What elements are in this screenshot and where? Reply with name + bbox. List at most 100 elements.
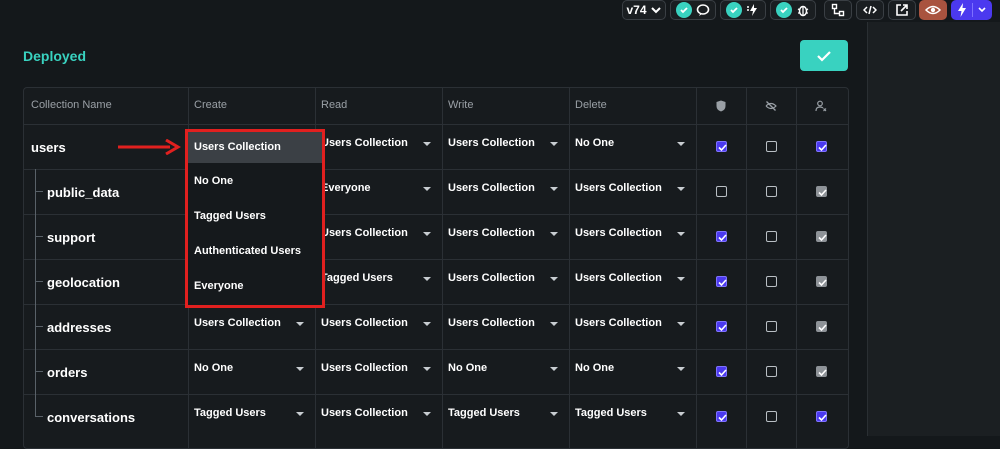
auth-required-checkbox[interactable] (716, 186, 727, 197)
code-button[interactable] (856, 0, 884, 20)
caret-down-icon[interactable] (550, 367, 558, 371)
caret-down-icon[interactable] (677, 232, 685, 236)
dropdown-option-everyone[interactable]: Everyone (188, 271, 322, 302)
caret-down-icon[interactable] (423, 277, 431, 281)
write-rule-select[interactable]: No One (448, 362, 487, 374)
branch-button[interactable] (824, 0, 852, 20)
read-rule-select[interactable]: Users Collection (321, 407, 408, 419)
delete-rule-select[interactable]: Users Collection (575, 182, 662, 194)
read-rule-select[interactable]: Users Collection (321, 227, 408, 239)
code-icon (863, 5, 877, 15)
hidden-checkbox[interactable] (766, 321, 777, 332)
delete-rule-select[interactable]: Users Collection (575, 317, 662, 329)
create-rule-select[interactable]: No One (194, 362, 233, 374)
tree-line (35, 191, 43, 192)
dropdown-option-no-one[interactable]: No One (188, 166, 322, 197)
write-rule-select[interactable]: Users Collection (448, 227, 535, 239)
caret-down-icon[interactable] (423, 322, 431, 326)
auth-required-checkbox[interactable] (716, 366, 727, 377)
caret-down-icon[interactable] (423, 142, 431, 146)
caret-down-icon[interactable] (677, 142, 685, 146)
header-delete: Delete (575, 99, 607, 111)
caret-down-icon[interactable] (677, 277, 685, 281)
caret-down-icon[interactable] (550, 412, 558, 416)
hidden-checkbox[interactable] (766, 141, 777, 152)
dropdown-option-users-collection[interactable]: Users Collection (188, 132, 322, 163)
hidden-checkbox[interactable] (766, 231, 777, 242)
auth-required-checkbox[interactable] (716, 231, 727, 242)
collection-name: geolocation (47, 275, 120, 290)
collection-name: support (47, 230, 96, 245)
check-icon (817, 50, 831, 62)
write-rule-select[interactable]: Users Collection (448, 137, 535, 149)
write-rule-select[interactable]: Users Collection (448, 317, 535, 329)
owner-only-checkbox[interactable] (816, 276, 827, 287)
chevron-down-icon (650, 7, 661, 14)
create-rule-select[interactable]: Tagged Users (194, 407, 266, 419)
chevron-down-icon[interactable] (977, 5, 987, 15)
caret-down-icon[interactable] (423, 412, 431, 416)
hidden-checkbox[interactable] (766, 276, 777, 287)
delete-rule-select[interactable]: Tagged Users (575, 407, 647, 419)
read-rule-select[interactable]: Users Collection (321, 362, 408, 374)
run-button[interactable] (951, 0, 992, 20)
comments-status-button[interactable] (670, 0, 716, 20)
caret-down-icon[interactable] (423, 367, 431, 371)
caret-down-icon[interactable] (550, 232, 558, 236)
lightning-icon (958, 3, 966, 17)
create-rule-select[interactable]: Users Collection (194, 317, 281, 329)
auth-required-checkbox[interactable] (716, 411, 727, 422)
version-selector[interactable]: v74 (622, 0, 666, 20)
save-rules-button[interactable] (800, 40, 848, 71)
caret-down-icon[interactable] (423, 232, 431, 236)
delete-rule-select[interactable]: Users Collection (575, 227, 662, 239)
caret-down-icon[interactable] (423, 187, 431, 191)
caret-down-icon[interactable] (550, 187, 558, 191)
write-rule-select[interactable]: Users Collection (448, 272, 535, 284)
tree-line (35, 236, 43, 237)
caret-down-icon[interactable] (677, 367, 685, 371)
read-rule-select[interactable]: Tagged Users (321, 272, 393, 284)
read-rule-select[interactable]: Everyone (321, 182, 371, 194)
delete-rule-select[interactable]: Users Collection (575, 272, 662, 284)
hidden-checkbox[interactable] (766, 186, 777, 197)
write-rule-select[interactable]: Tagged Users (448, 407, 520, 419)
owner-only-checkbox[interactable] (816, 186, 827, 197)
caret-down-icon[interactable] (550, 277, 558, 281)
hidden-checkbox[interactable] (766, 411, 777, 422)
owner-only-checkbox[interactable] (816, 366, 827, 377)
caret-down-icon[interactable] (550, 142, 558, 146)
delete-rule-select[interactable]: No One (575, 362, 614, 374)
owner-only-checkbox[interactable] (816, 411, 827, 422)
caret-down-icon[interactable] (296, 412, 304, 416)
caret-down-icon[interactable] (677, 412, 685, 416)
hidden-checkbox[interactable] (766, 366, 777, 377)
owner-only-checkbox[interactable] (816, 231, 827, 242)
caret-down-icon[interactable] (296, 367, 304, 371)
preview-button[interactable] (919, 0, 947, 20)
auth-required-checkbox[interactable] (716, 321, 727, 332)
divider (24, 214, 848, 215)
debug-status-button[interactable] (770, 0, 816, 20)
actions-status-button[interactable] (720, 0, 766, 20)
auth-required-checkbox[interactable] (716, 141, 727, 152)
collection-name: orders (47, 365, 88, 380)
auth-required-checkbox[interactable] (716, 276, 727, 287)
read-rule-select[interactable]: Users Collection (321, 317, 408, 329)
dropdown-option-tagged-users[interactable]: Tagged Users (188, 201, 322, 232)
dropdown-option-authenticated-users[interactable]: Authenticated Users (188, 236, 322, 267)
owner-only-checkbox[interactable] (816, 141, 827, 152)
caret-down-icon[interactable] (677, 187, 685, 191)
divider (24, 124, 848, 125)
caret-down-icon[interactable] (296, 322, 304, 326)
check-circle-icon (676, 2, 692, 18)
delete-rule-select[interactable]: No One (575, 137, 614, 149)
caret-down-icon[interactable] (550, 322, 558, 326)
write-rule-select[interactable]: Users Collection (448, 182, 535, 194)
read-rule-select[interactable]: Users Collection (321, 137, 408, 149)
divider (24, 259, 848, 260)
owner-only-checkbox[interactable] (816, 321, 827, 332)
caret-down-icon[interactable] (677, 322, 685, 326)
open-external-button[interactable] (888, 0, 916, 20)
tree-line (35, 326, 43, 327)
